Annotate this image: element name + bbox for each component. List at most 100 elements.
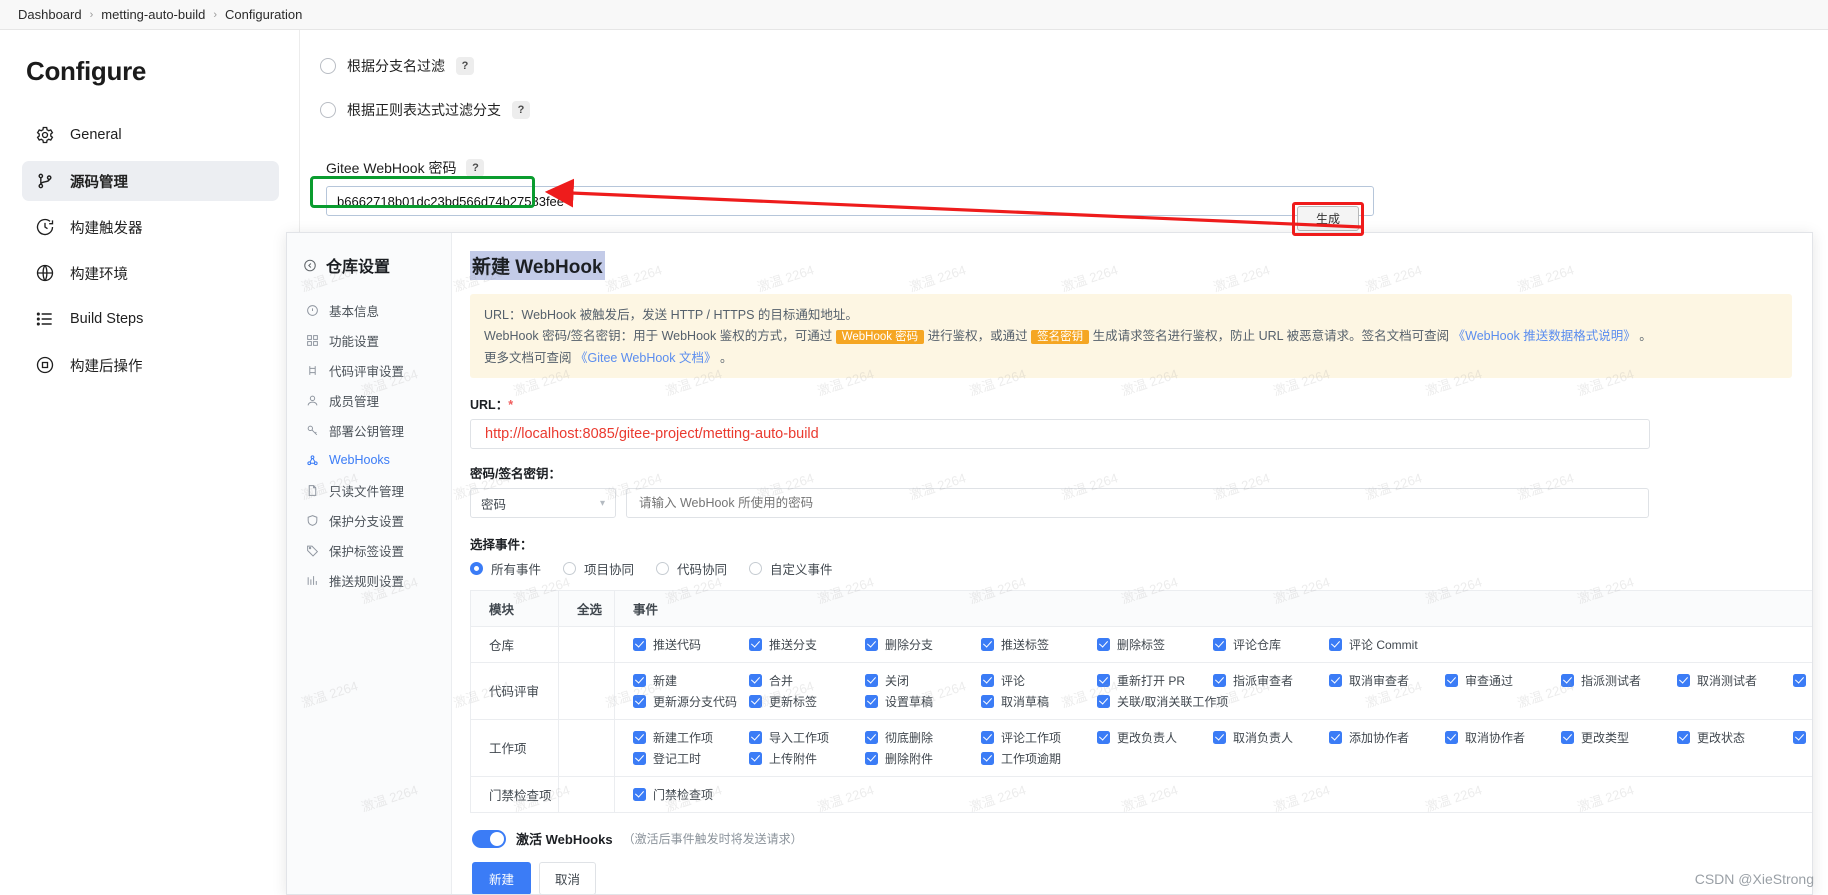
event-checkbox-item[interactable]: 取消草稿 [981,691,1097,712]
event-checkbox-item[interactable]: 取消审查者 [1329,670,1445,691]
event-checkbox[interactable] [1793,731,1806,744]
event-checkbox-item[interactable]: 工作项逾期 [981,748,1097,769]
collapse-left-icon[interactable] [303,258,317,272]
event-checkbox-item[interactable]: 评论仓库 [1213,634,1329,655]
gitee-sidebar-item-protected-branches[interactable]: 保护分支设置 [287,505,451,535]
link-gitee-webhook-doc[interactable]: 《Gitee WebHook 文档》 [575,351,716,365]
event-checkbox-item[interactable]: 上传附件 [749,748,865,769]
link-push-data-format-doc[interactable]: 《WebHook 推送数据格式说明》 [1453,329,1636,343]
event-checkbox[interactable] [1213,638,1226,651]
event-checkbox[interactable] [1097,674,1110,687]
create-button[interactable]: 新建 [472,862,531,894]
event-checkbox-item[interactable]: 更新标签 [749,691,865,712]
event-checkbox-item[interactable]: 更改计划时间 [1793,727,1812,748]
event-checkbox-item[interactable]: 取消负责人 [1213,727,1329,748]
sidebar-item-post-build[interactable]: 构建后操作 [22,345,279,385]
event-checkbox[interactable] [1677,731,1690,744]
event-checkbox[interactable] [865,674,878,687]
radio-button-regex-filter[interactable] [320,102,336,118]
event-checkbox[interactable] [749,674,762,687]
event-checkbox-item[interactable]: 新建 [633,670,749,691]
event-checkbox[interactable] [633,638,646,651]
event-checkbox-item[interactable]: 指派测试者 [1561,670,1677,691]
radio-project-collab[interactable] [563,562,576,575]
event-checkbox-item[interactable]: 重新打开 PR [1097,670,1213,691]
event-checkbox[interactable] [981,695,994,708]
event-checkbox[interactable] [1561,731,1574,744]
event-checkbox-item[interactable]: 删除标签 [1097,634,1213,655]
event-checkbox-item[interactable]: 新建工作项 [633,727,749,748]
event-checkbox-item[interactable]: 登记工时 [633,748,749,769]
event-checkbox[interactable] [865,638,878,651]
event-checkbox[interactable] [633,695,646,708]
event-checkbox[interactable] [1097,638,1110,651]
gitee-sidebar-item-webhooks[interactable]: WebHooks [287,445,451,475]
event-checkbox-item[interactable]: 推送标签 [981,634,1097,655]
event-checkbox[interactable] [1329,638,1342,651]
event-checkbox-item[interactable]: 指派审查者 [1213,670,1329,691]
event-checkbox-item[interactable]: 取消协作者 [1445,727,1561,748]
event-checkbox-item[interactable]: 取消测试者 [1677,670,1793,691]
gitee-sidebar-item-members[interactable]: 成员管理 [287,385,451,415]
cancel-button[interactable]: 取消 [539,862,596,894]
event-checkbox[interactable] [865,752,878,765]
event-checkbox-item[interactable]: 删除分支 [865,634,981,655]
event-checkbox-item[interactable]: 测试通过 [1793,670,1812,691]
breadcrumb-item-dashboard[interactable]: Dashboard [18,7,82,22]
event-checkbox-item[interactable]: 关闭 [865,670,981,691]
event-checkbox[interactable] [749,752,762,765]
event-checkbox-item[interactable]: 更改负责人 [1097,727,1213,748]
event-checkbox[interactable] [1097,731,1110,744]
gitee-sidebar-item-basic-info[interactable]: 基本信息 [287,295,451,325]
event-checkbox-item[interactable]: 更改状态 [1677,727,1793,748]
radio-row-branch-filter[interactable]: 根据分支名过滤 ? [314,44,1828,88]
help-icon[interactable]: ? [456,57,474,75]
gitee-sidebar-item-feature-settings[interactable]: 功能设置 [287,325,451,355]
event-checkbox-item[interactable]: 导入工作项 [749,727,865,748]
radio-code-collab[interactable] [656,562,669,575]
webhook-password-input[interactable] [326,186,1374,216]
event-checkbox[interactable] [1329,674,1342,687]
radio-row-regex-filter[interactable]: 根据正则表达式过滤分支 ? [314,88,1828,132]
event-checkbox-item[interactable]: 设置草稿 [865,691,981,712]
sidebar-item-build-steps[interactable]: Build Steps [22,299,279,339]
event-checkbox[interactable] [633,674,646,687]
event-checkbox-item[interactable]: 推送代码 [633,634,749,655]
event-checkbox-item[interactable]: 添加协作者 [1329,727,1445,748]
gitee-sidebar-item-code-review[interactable]: 代码评审设置 [287,355,451,385]
help-icon[interactable]: ? [512,101,530,119]
event-checkbox[interactable] [981,752,994,765]
secret-type-select[interactable]: 密码 ▾ [470,488,616,518]
help-icon[interactable]: ? [466,159,484,177]
gitee-sidebar-item-protected-tags[interactable]: 保护标签设置 [287,535,451,565]
event-checkbox[interactable] [749,638,762,651]
activate-webhooks-toggle[interactable] [472,830,506,848]
webhook-secret-input[interactable] [626,488,1649,518]
event-checkbox[interactable] [1329,731,1342,744]
event-checkbox[interactable] [633,788,646,801]
event-checkbox[interactable] [1213,731,1226,744]
event-checkbox-item[interactable]: 评论工作项 [981,727,1097,748]
sidebar-item-build-environment[interactable]: 构建环境 [22,253,279,293]
gitee-sidebar-item-push-rules[interactable]: 推送规则设置 [287,565,451,595]
event-checkbox[interactable] [1793,674,1806,687]
event-checkbox[interactable] [749,695,762,708]
radio-all-events[interactable] [470,562,483,575]
event-checkbox[interactable] [633,752,646,765]
event-checkbox[interactable] [865,695,878,708]
event-checkbox[interactable] [1677,674,1690,687]
event-checkbox[interactable] [749,731,762,744]
event-checkbox-item[interactable]: 关联/取消关联工作项 [1097,691,1245,712]
event-checkbox-item[interactable]: 合并 [749,670,865,691]
radio-button-branch-filter[interactable] [320,58,336,74]
event-checkbox-item[interactable]: 评论 Commit [1329,634,1477,655]
event-checkbox-item[interactable]: 推送分支 [749,634,865,655]
breadcrumb-item-project[interactable]: metting-auto-build [101,7,205,22]
event-checkbox-item[interactable]: 审查通过 [1445,670,1561,691]
event-checkbox[interactable] [865,731,878,744]
gitee-sidebar-item-deploy-keys[interactable]: 部署公钥管理 [287,415,451,445]
event-checkbox[interactable] [1445,674,1458,687]
event-checkbox[interactable] [981,674,994,687]
event-checkbox-item[interactable]: 删除附件 [865,748,981,769]
radio-custom-events[interactable] [749,562,762,575]
